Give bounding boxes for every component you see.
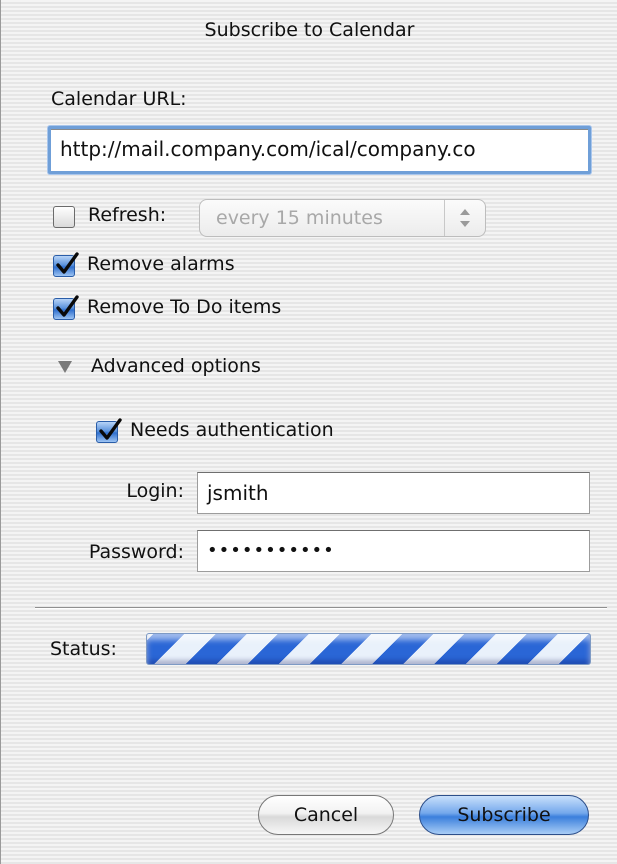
needs-authentication-checkbox[interactable] [96,418,122,443]
status-progress-bar [146,633,591,665]
status-label: Status: [50,638,117,660]
refresh-interval-popup[interactable]: every 15 minutes [199,199,486,237]
advanced-options-label[interactable]: Advanced options [91,355,261,377]
cancel-button[interactable]: Cancel [258,795,394,835]
checkmark-icon [99,418,122,440]
calendar-url-label: Calendar URL: [51,88,187,110]
calendar-url-value: http://mail.company.com/ical/company.co [60,137,476,161]
password-value: ••••••••••• [207,540,335,561]
checkmark-icon [56,252,79,274]
password-label: Password: [88,541,184,563]
needs-authentication-label: Needs authentication [130,419,334,441]
checkmark-icon [56,295,79,317]
login-input[interactable]: jsmith [197,472,590,514]
remove-todo-checkbox[interactable] [53,295,79,320]
disclosure-triangle-icon[interactable] [58,361,72,373]
refresh-interval-value: every 15 minutes [216,207,383,229]
login-label: Login: [126,480,184,502]
remove-alarms-label: Remove alarms [87,253,235,275]
refresh-label: Refresh: [88,204,167,226]
password-input[interactable]: ••••••••••• [197,530,590,572]
up-down-arrows-icon [444,200,485,236]
window-title: Subscribe to Calendar [204,19,415,41]
login-value: jsmith [207,481,269,505]
remove-todo-label: Remove To Do items [87,296,282,318]
separator [35,607,607,609]
subscribe-dialog: Subscribe to Calendar Calendar URL: http… [0,0,617,864]
refresh-checkbox[interactable] [53,206,75,228]
subscribe-button[interactable]: Subscribe [419,795,589,835]
remove-alarms-checkbox[interactable] [53,252,79,277]
calendar-url-input[interactable]: http://mail.company.com/ical/company.co [48,126,591,174]
